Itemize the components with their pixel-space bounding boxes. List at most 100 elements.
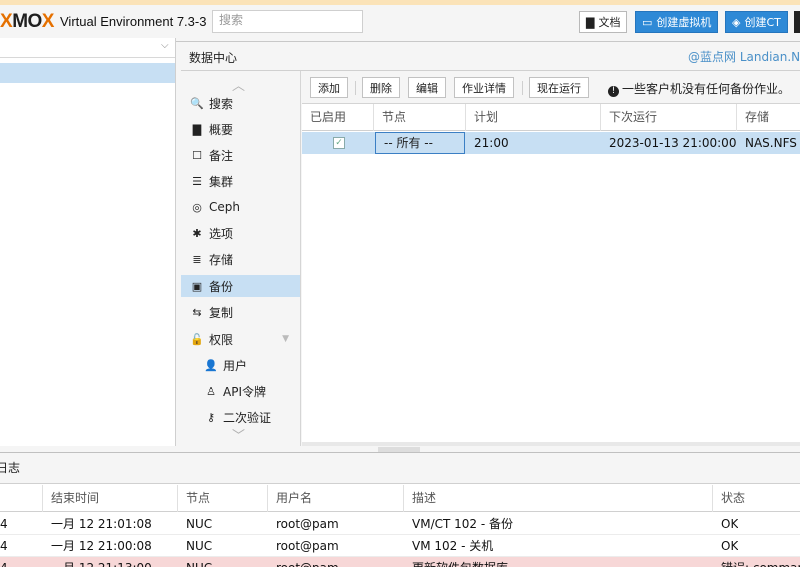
nav-item-backup[interactable]: ▣ 备份 xyxy=(181,275,300,297)
user-icon: 👤 xyxy=(204,358,218,372)
book-icon: ▇ xyxy=(586,15,595,29)
note-icon: ☐ xyxy=(192,148,202,162)
nav-item-storage[interactable]: ≣ 存储 xyxy=(181,248,300,270)
column-end-time[interactable]: 结束时间 xyxy=(43,485,178,512)
search-input[interactable]: 搜索 xyxy=(212,10,363,33)
nav-item-api-tokens[interactable]: ♙ API令牌 xyxy=(181,380,300,402)
nav-item-ceph[interactable]: ◎ Ceph xyxy=(181,196,300,218)
chevron-down-icon: ⌵ xyxy=(161,40,169,51)
nav-item-notes[interactable]: ☐ 备注 xyxy=(181,144,300,166)
edit-button[interactable]: 编辑 xyxy=(408,77,446,98)
toolbar-separator xyxy=(522,81,523,95)
enabled-checkbox[interactable]: ✓ xyxy=(333,137,345,149)
task-log-panel: 日志 结束时间 节点 用户名 描述 状态 4 一月 12 21:01:08 NU… xyxy=(0,452,800,567)
task-row[interactable]: 4 一月 12 21:00:08 NUC root@pam VM 102 - 关… xyxy=(0,535,800,557)
column-node[interactable]: 节点 xyxy=(178,485,268,512)
database-icon: ≣ xyxy=(192,252,202,266)
view-selector[interactable]: ⌵ xyxy=(0,38,175,58)
user-menu-button[interactable] xyxy=(794,11,800,33)
desktop-icon: ▭ xyxy=(642,15,653,29)
description-cell: VM/CT 102 - 备份 xyxy=(412,517,513,531)
proxmox-logo: XMOX xyxy=(0,11,54,32)
backup-jobs-grid: 已启用 节点 计划 下次运行 存储 ✓ -- 所有 -- 21:00 2023-… xyxy=(302,104,800,446)
datacenter-nav: ︿ 🔍 搜索 ▇ 概要 ☐ 备注 ☰ 集群 ◎ Ceph ✱ 选项 ≣ 存储 ▣… xyxy=(181,71,301,446)
ceph-icon: ◎ xyxy=(192,200,202,214)
task-log-header: 结束时间 节点 用户名 描述 状态 xyxy=(0,485,800,512)
user-cell: root@pam xyxy=(276,517,339,531)
column-schedule[interactable]: 计划 xyxy=(466,104,601,131)
column-enabled[interactable]: 已启用 xyxy=(302,104,374,131)
remove-button[interactable]: 删除 xyxy=(362,77,400,98)
end-time-cell: 一月 12 21:01:08 xyxy=(51,517,152,531)
toolbar-separator xyxy=(355,81,356,95)
add-button[interactable]: 添加 xyxy=(310,77,348,98)
next-run-cell: 2023-01-13 21:00:00 xyxy=(609,136,737,150)
column-description[interactable]: 描述 xyxy=(404,485,713,512)
start-time-cell: 4 xyxy=(0,517,8,531)
search-icon: 🔍 xyxy=(190,96,204,110)
horizontal-scrollbar[interactable] xyxy=(302,442,800,446)
nav-item-replication[interactable]: ⇆ 复制 xyxy=(181,301,300,323)
run-now-button[interactable]: 现在运行 xyxy=(529,77,589,98)
user-cell: root@pam xyxy=(268,557,339,567)
node-cell: NUC xyxy=(186,517,213,531)
chevron-down-icon[interactable]: ﹀ xyxy=(232,425,245,444)
info-icon: ! xyxy=(608,86,619,97)
docs-button[interactable]: ▇ 文档 xyxy=(579,11,628,33)
task-row[interactable]: 4 一月 12 21:01:08 NUC root@pam VM/CT 102 … xyxy=(0,513,800,535)
backup-info-message: ! 一些客户机没有任何备份作业。 xyxy=(608,80,790,97)
caret-down-icon: ▼ xyxy=(282,334,289,344)
column-status[interactable]: 状态 xyxy=(713,485,800,512)
retweet-icon: ⇆ xyxy=(192,305,202,319)
unlock-icon: 🔓 xyxy=(190,332,204,346)
server-icon: ☰ xyxy=(192,174,202,188)
column-user[interactable]: 用户名 xyxy=(268,485,404,512)
node-cell[interactable]: -- 所有 -- xyxy=(375,132,465,154)
user-outline-icon: ♙ xyxy=(206,384,216,398)
key-icon: ⚷ xyxy=(206,410,216,424)
column-storage[interactable]: 存储 xyxy=(737,104,800,131)
start-time-cell: 4 xyxy=(0,557,43,567)
end-time-cell: 一月 12 21:00:08 xyxy=(51,539,152,553)
create-vm-button[interactable]: ▭ 创建虚拟机 xyxy=(635,11,719,33)
start-time-cell: 4 xyxy=(0,539,8,553)
storage-cell: NAS.NFS xyxy=(745,136,797,150)
status-cell: 错误: command xyxy=(713,557,800,567)
status-cell: OK xyxy=(721,539,739,553)
book-icon: ▇ xyxy=(192,122,202,136)
version-label: Virtual Environment 7.3-3 xyxy=(60,14,207,29)
backup-toolbar: 添加 删除 编辑 作业详情 现在运行 ! 一些客户机没有任何备份作业。 xyxy=(302,72,800,104)
create-ct-button[interactable]: ◈ 创建CT xyxy=(725,11,788,33)
nav-item-search[interactable]: 🔍 搜索 xyxy=(181,92,300,114)
nav-item-cluster[interactable]: ☰ 集群 xyxy=(181,170,300,192)
job-detail-button[interactable]: 作业详情 xyxy=(454,77,514,98)
cube-icon: ◈ xyxy=(732,15,741,29)
node-cell: NUC xyxy=(186,539,213,553)
column-next-run[interactable]: 下次运行 xyxy=(601,104,737,131)
schedule-cell: 21:00 xyxy=(474,136,509,150)
top-bar: XMOX Virtual Environment 7.3-3 搜索 ▇ 文档 ▭… xyxy=(0,0,800,42)
table-row[interactable]: ✓ -- 所有 -- 21:00 2023-01-13 21:00:00 NAS… xyxy=(302,132,800,154)
tree-item-datacenter[interactable] xyxy=(0,63,175,83)
nav-item-permissions[interactable]: 🔓 权限 ▼ xyxy=(181,328,300,350)
page-title: 数据中心 xyxy=(189,51,238,65)
nav-item-options[interactable]: ✱ 选项 xyxy=(181,222,300,244)
task-log-title: 日志 xyxy=(0,453,800,484)
column-start-time[interactable] xyxy=(0,485,43,512)
column-node[interactable]: 节点 xyxy=(374,104,466,131)
status-cell: OK xyxy=(721,517,739,531)
description-cell: 更新软件包数据库 xyxy=(404,557,508,567)
resource-tree: ⌵ xyxy=(0,38,176,446)
nav-item-summary[interactable]: ▇ 概要 xyxy=(181,118,300,140)
user-cell: root@pam xyxy=(276,539,339,553)
floppy-icon: ▣ xyxy=(191,279,203,293)
end-time-cell: 一月 12 21:13:00 xyxy=(43,557,152,567)
content-header: 数据中心 @蓝点网 Landian.N xyxy=(181,43,800,71)
node-cell: NUC xyxy=(178,557,212,567)
gear-icon: ✱ xyxy=(192,226,202,240)
watermark: @蓝点网 Landian.N xyxy=(688,50,800,64)
description-cell: VM 102 - 关机 xyxy=(412,539,494,553)
nav-item-users[interactable]: 👤 用户 xyxy=(181,354,300,376)
task-row-error[interactable]: 4 一月 12 21:13:00 NUC root@pam 更新软件包数据库 错… xyxy=(0,557,800,567)
grid-header: 已启用 节点 计划 下次运行 存储 xyxy=(302,104,800,131)
